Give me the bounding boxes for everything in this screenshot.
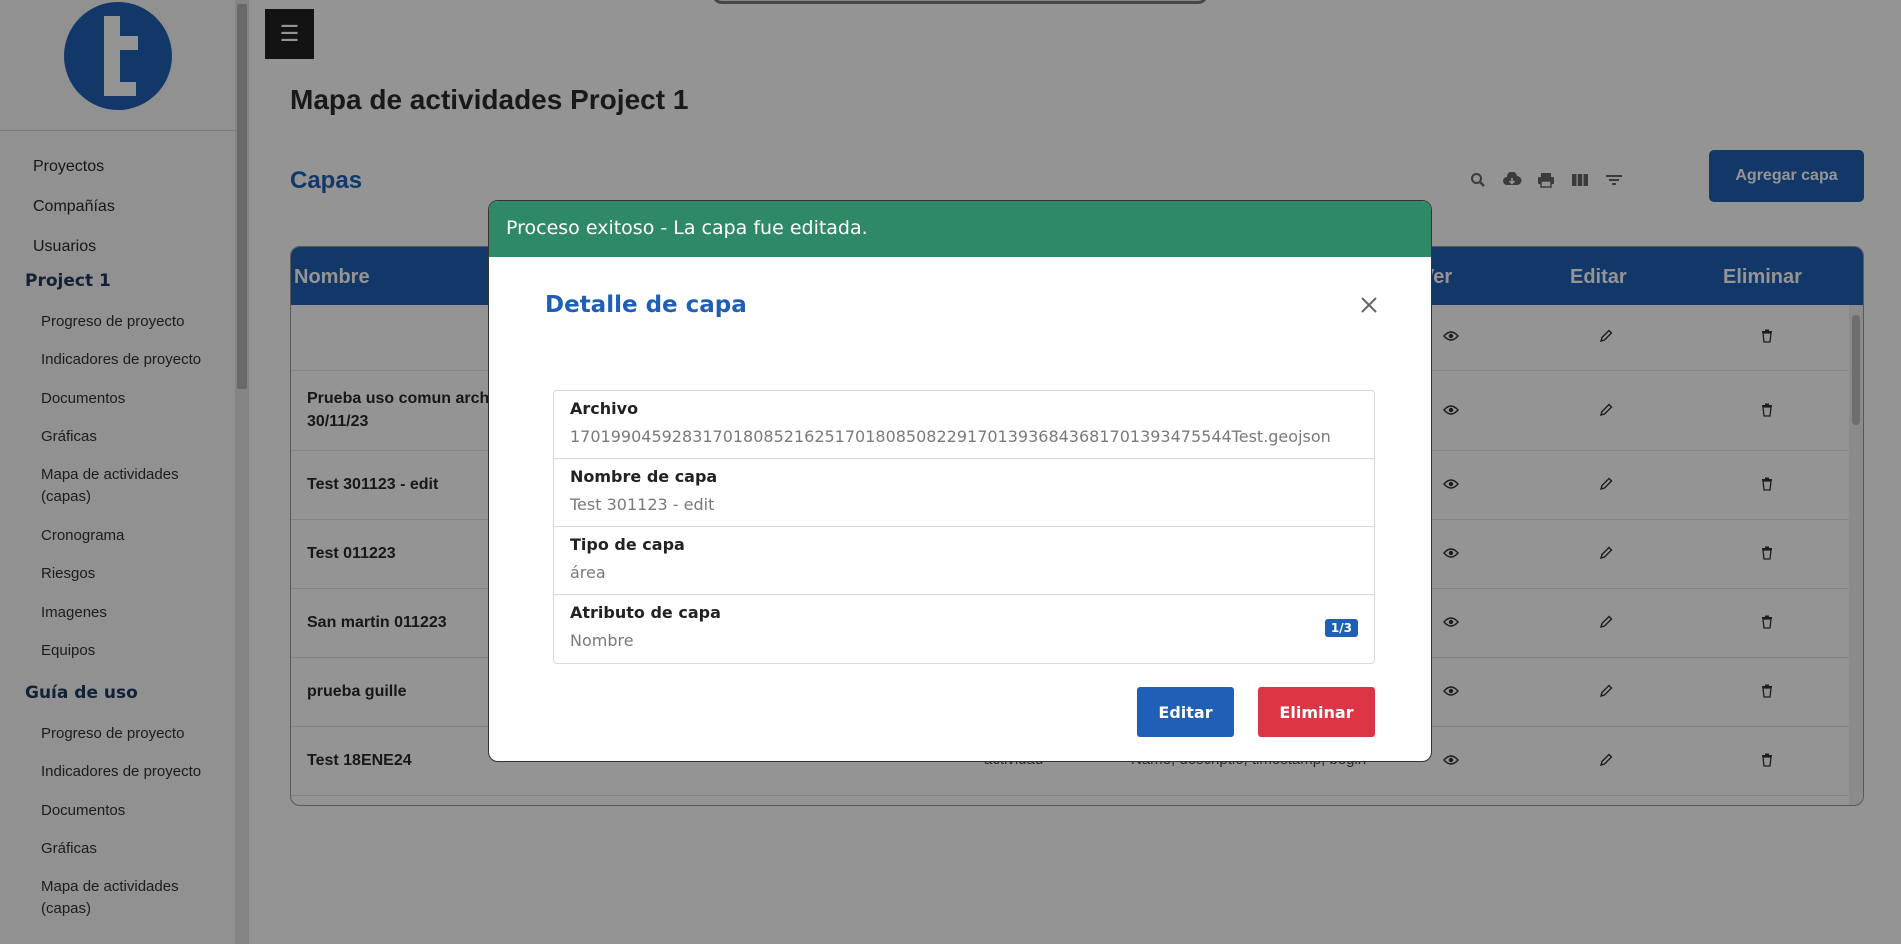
layer-detail-modal: Proceso exitoso - La capa fue editada. D… <box>488 200 1432 762</box>
field-label: Atributo de capa <box>570 603 721 622</box>
field-label: Nombre de capa <box>570 467 718 486</box>
close-icon[interactable] <box>1357 293 1381 317</box>
field-atributo: Atributo de capa Nombre 1/3 <box>554 595 1374 663</box>
field-value: 1701990459283170180852162517018085082291… <box>570 427 1331 446</box>
layer-detail-list: Archivo 17019904592831701808521625170180… <box>553 390 1375 664</box>
field-label: Tipo de capa <box>570 535 685 554</box>
success-toast: Proceso exitoso - La capa fue editada. <box>489 201 1431 257</box>
field-label: Archivo <box>570 399 639 418</box>
field-value: área <box>570 563 606 582</box>
edit-button[interactable]: Editar <box>1137 687 1234 737</box>
field-value: Nombre <box>570 631 634 650</box>
delete-button[interactable]: Eliminar <box>1258 687 1375 737</box>
field-nombre: Nombre de capa Test 301123 - edit <box>554 459 1374 527</box>
field-value: Test 301123 - edit <box>570 495 715 514</box>
attribute-count-badge: 1/3 <box>1324 619 1358 637</box>
modal-title: Detalle de capa <box>545 292 747 318</box>
field-tipo: Tipo de capa área <box>554 527 1374 595</box>
field-archivo: Archivo 17019904592831701808521625170180… <box>554 391 1374 459</box>
